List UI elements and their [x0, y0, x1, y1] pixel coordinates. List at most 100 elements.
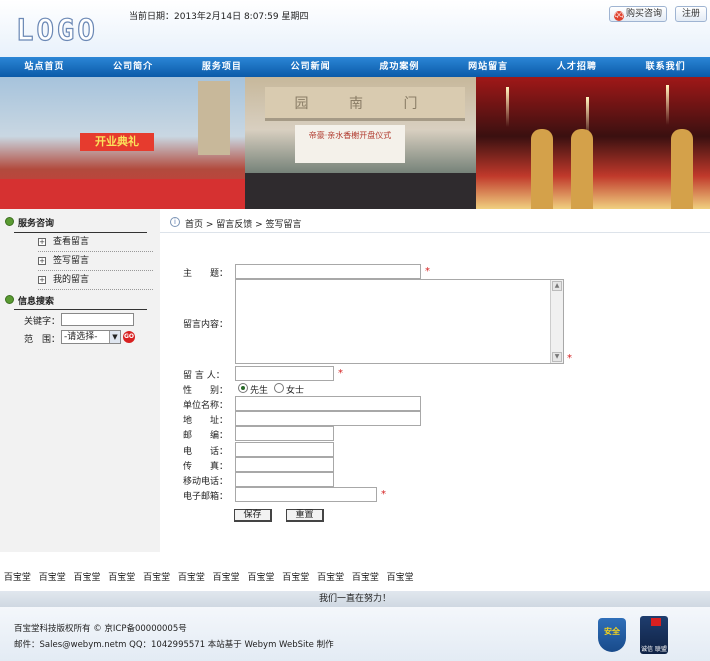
slogan-bar: 我们一直在努力！	[0, 591, 710, 607]
content-label: 留言内容：	[183, 320, 229, 330]
gender-female-label: 女士	[286, 386, 305, 396]
trust-alliance-label: 诚信 联盟	[641, 646, 667, 653]
footer-link[interactable]: 百宝堂	[70, 570, 105, 584]
keyword-label: 关键字：	[24, 317, 61, 327]
scroll-down-icon[interactable]: ▼	[552, 352, 562, 362]
mobile-input[interactable]	[235, 472, 334, 487]
save-button[interactable]: 保存	[234, 509, 272, 522]
scope-select[interactable]: -请选择- ▼	[61, 330, 121, 344]
footer-link[interactable]: 百宝堂	[139, 570, 174, 584]
company-label: 单位名称：	[183, 401, 229, 411]
site-logo[interactable]: LOGO	[15, 12, 98, 47]
ceremony-banner-text: 开业典礼	[80, 133, 154, 151]
required-mark: *	[567, 353, 572, 364]
sidebar-item-my-messages[interactable]: + 我的留言	[38, 271, 153, 290]
flag-icon	[651, 618, 661, 626]
scroll-up-icon[interactable]: ▲	[552, 281, 562, 291]
footer-link[interactable]: 百宝堂	[348, 570, 383, 584]
phone-input[interactable]	[235, 442, 334, 457]
banner-photo-fashion-show	[476, 77, 710, 209]
gender-male-label: 先生	[250, 386, 269, 396]
chevron-down-icon: ▼	[109, 331, 120, 343]
required-mark: *	[381, 489, 386, 500]
keyword-input[interactable]	[61, 313, 134, 326]
service-consult-label: 服务咨询	[18, 219, 55, 229]
event-board: 帝豪·亲水香榭开盘仪式	[295, 125, 405, 163]
footer-link[interactable]: 百宝堂	[278, 570, 313, 584]
security-shield-icon[interactable]: 安全	[598, 618, 626, 652]
subject-input[interactable]	[235, 264, 421, 279]
nav-item-about[interactable]: 公司简介	[89, 57, 178, 77]
qq-icon: QQ	[614, 11, 624, 21]
info-search-label: 信息搜索	[18, 297, 55, 307]
page: LOGO 当前日期：2013年2月14日 8:07:59 星期四 QQ 购买咨询 …	[0, 0, 710, 661]
subject-label: 主 题：	[183, 269, 229, 279]
fax-label: 传 真：	[183, 462, 229, 472]
address-label: 地 址：	[183, 416, 229, 426]
firework-spark	[506, 87, 509, 127]
banner-photo-opening-ceremony: 开业典礼	[0, 77, 245, 209]
author-label: 留 言 人：	[183, 371, 225, 381]
contact-text: 邮件：Sales@webym.netm QQ：1042995571 本站基于 W…	[14, 640, 334, 650]
footer-link[interactable]: 百宝堂	[35, 570, 70, 584]
plus-icon: +	[38, 257, 46, 265]
nav-item-services[interactable]: 服务项目	[178, 57, 267, 77]
green-dot-icon	[5, 217, 14, 226]
footer-link[interactable]: 百宝堂	[209, 570, 244, 584]
sidebar-item-label: 签写留言	[53, 256, 90, 266]
nav-item-news[interactable]: 公司新闻	[266, 57, 355, 77]
footer-link[interactable]: 百宝堂	[383, 570, 418, 584]
plus-icon: +	[38, 238, 46, 246]
plus-icon: +	[38, 276, 46, 284]
mobile-label: 移动电话：	[183, 477, 229, 487]
nav-item-contact[interactable]: 联系我们	[621, 57, 710, 77]
footer-link[interactable]: 百宝堂	[0, 570, 35, 584]
gender-female-radio[interactable]	[274, 383, 284, 393]
required-mark: *	[425, 266, 430, 277]
divider	[14, 309, 147, 310]
footer-link[interactable]: 百宝堂	[174, 570, 209, 584]
sidebar-item-label: 查看留言	[53, 237, 90, 247]
footer-links: 百宝堂 百宝堂 百宝堂 百宝堂 百宝堂 百宝堂 百宝堂 百宝堂 百宝堂 百宝堂 …	[0, 570, 710, 584]
register-button[interactable]: 注册	[675, 6, 708, 22]
model-figure	[571, 129, 593, 209]
postcode-input[interactable]	[235, 426, 334, 441]
footer-link[interactable]: 百宝堂	[313, 570, 348, 584]
nav-item-jobs[interactable]: 人才招聘	[533, 57, 622, 77]
nav-item-home[interactable]: 站点首页	[0, 57, 89, 77]
trust-alliance-icon[interactable]: 诚信 联盟	[640, 616, 668, 654]
footer-link[interactable]: 百宝堂	[104, 570, 139, 584]
sidebar-item-write-message[interactable]: + 签写留言	[38, 252, 153, 271]
email-input[interactable]	[235, 487, 377, 502]
footer-link[interactable]: 百宝堂	[244, 570, 279, 584]
required-mark: *	[338, 368, 343, 379]
main-nav: 站点首页 公司简介 服务项目 公司新闻 成功案例 网站留言 人才招聘 联系我们	[0, 57, 710, 77]
address-input[interactable]	[235, 411, 421, 426]
fax-input[interactable]	[235, 457, 334, 472]
sidebar-item-view-messages[interactable]: + 查看留言	[38, 233, 153, 252]
header: LOGO 当前日期：2013年2月14日 8:07:59 星期四 QQ 购买咨询 …	[0, 0, 710, 57]
scope-select-value: -请选择-	[64, 332, 98, 342]
banner-photo-launch-event: 园 南 门 帝豪·亲水香榭开盘仪式	[245, 77, 476, 209]
gender-male-radio[interactable]	[238, 383, 248, 393]
current-date: 当前日期：2013年2月14日 8:07:59 星期四	[129, 12, 309, 22]
postcode-label: 邮 编：	[183, 431, 229, 441]
nav-item-cases[interactable]: 成功案例	[355, 57, 444, 77]
clock-tower	[198, 81, 230, 155]
reset-button[interactable]: 重置	[286, 509, 324, 522]
textarea-scrollbar[interactable]: ▲ ▼	[550, 280, 563, 363]
phone-label: 电 话：	[183, 447, 229, 457]
nav-item-guestbook[interactable]: 网站留言	[444, 57, 533, 77]
copyright-text: 百宝堂科技版权所有 © 京ICP备00000005号	[14, 624, 187, 634]
sidebar-item-label: 我的留言	[53, 275, 90, 285]
company-input[interactable]	[235, 396, 421, 411]
info-search-title: 信息搜索	[5, 294, 54, 307]
gender-label: 性 别：	[183, 386, 229, 396]
go-button[interactable]: GO	[123, 331, 135, 343]
model-figure	[671, 129, 693, 209]
crowd	[245, 173, 476, 209]
banner: 开业典礼 园 南 门 帝豪·亲水香榭开盘仪式	[0, 77, 710, 209]
author-input[interactable]	[235, 366, 334, 381]
content-textarea[interactable]: ▲ ▼	[235, 279, 564, 364]
buy-consult-button[interactable]: QQ 购买咨询	[609, 6, 668, 22]
